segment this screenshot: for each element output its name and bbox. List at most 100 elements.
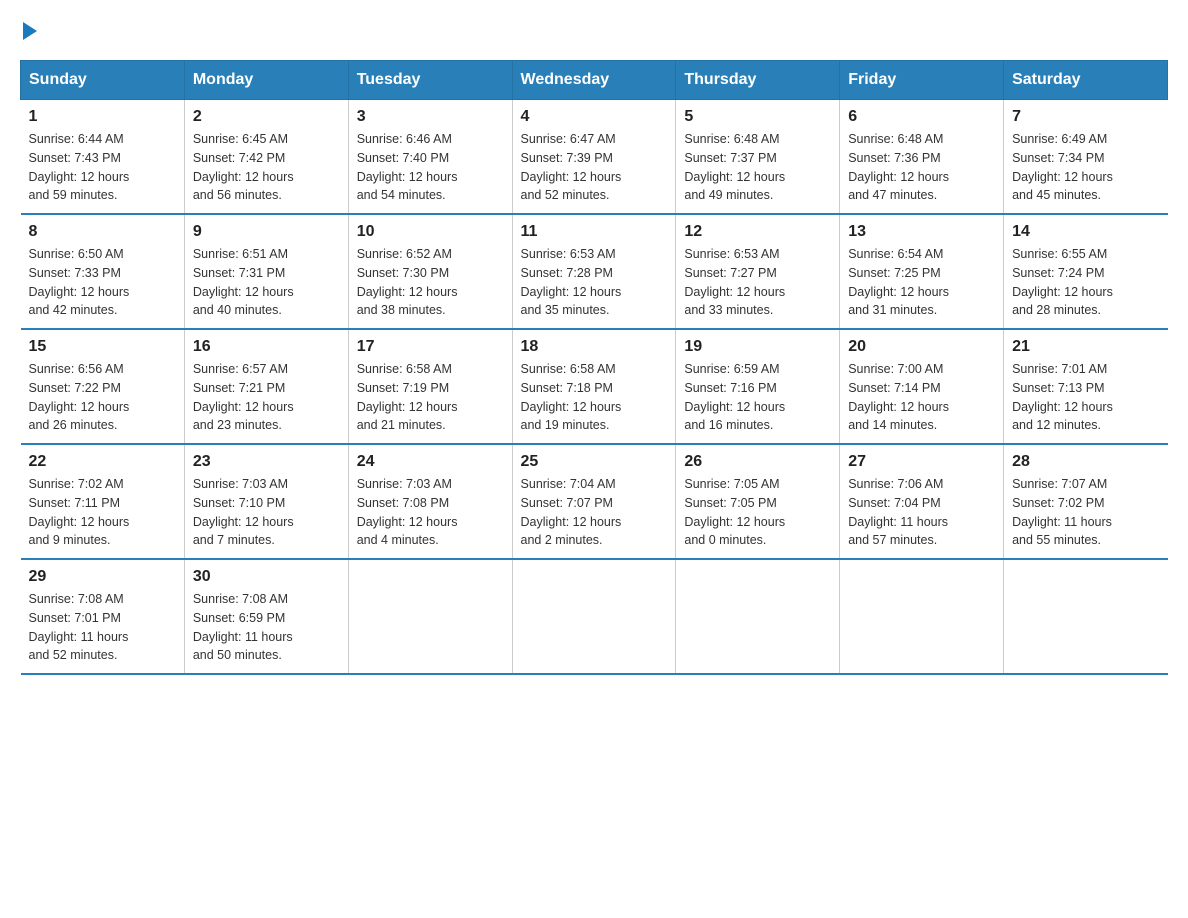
calendar-cell: 2 Sunrise: 6:45 AMSunset: 7:42 PMDayligh…	[184, 100, 348, 215]
day-number: 26	[684, 453, 831, 471]
calendar-cell: 11 Sunrise: 6:53 AMSunset: 7:28 PMDaylig…	[512, 214, 676, 329]
column-header-saturday: Saturday	[1004, 61, 1168, 100]
calendar-week-row: 22 Sunrise: 7:02 AMSunset: 7:11 PMDaylig…	[21, 444, 1168, 559]
day-number: 6	[848, 108, 995, 126]
calendar-week-row: 1 Sunrise: 6:44 AMSunset: 7:43 PMDayligh…	[21, 100, 1168, 215]
column-header-sunday: Sunday	[21, 61, 185, 100]
calendar-cell: 21 Sunrise: 7:01 AMSunset: 7:13 PMDaylig…	[1004, 329, 1168, 444]
calendar-header-row: SundayMondayTuesdayWednesdayThursdayFrid…	[21, 61, 1168, 100]
day-number: 3	[357, 108, 504, 126]
calendar-cell: 17 Sunrise: 6:58 AMSunset: 7:19 PMDaylig…	[348, 329, 512, 444]
day-number: 7	[1012, 108, 1159, 126]
day-number: 28	[1012, 453, 1159, 471]
calendar-cell: 22 Sunrise: 7:02 AMSunset: 7:11 PMDaylig…	[21, 444, 185, 559]
day-info: Sunrise: 7:06 AMSunset: 7:04 PMDaylight:…	[848, 477, 948, 547]
day-number: 16	[193, 338, 340, 356]
column-header-tuesday: Tuesday	[348, 61, 512, 100]
calendar-cell: 3 Sunrise: 6:46 AMSunset: 7:40 PMDayligh…	[348, 100, 512, 215]
day-number: 8	[29, 223, 176, 241]
day-number: 25	[521, 453, 668, 471]
calendar-cell	[512, 559, 676, 674]
logo-arrow-icon	[23, 22, 37, 40]
calendar-cell: 27 Sunrise: 7:06 AMSunset: 7:04 PMDaylig…	[840, 444, 1004, 559]
calendar-week-row: 15 Sunrise: 6:56 AMSunset: 7:22 PMDaylig…	[21, 329, 1168, 444]
calendar-cell: 23 Sunrise: 7:03 AMSunset: 7:10 PMDaylig…	[184, 444, 348, 559]
day-info: Sunrise: 7:03 AMSunset: 7:08 PMDaylight:…	[357, 477, 458, 547]
calendar-cell: 16 Sunrise: 6:57 AMSunset: 7:21 PMDaylig…	[184, 329, 348, 444]
day-info: Sunrise: 6:51 AMSunset: 7:31 PMDaylight:…	[193, 247, 294, 317]
day-info: Sunrise: 6:49 AMSunset: 7:34 PMDaylight:…	[1012, 132, 1113, 202]
calendar-cell: 8 Sunrise: 6:50 AMSunset: 7:33 PMDayligh…	[21, 214, 185, 329]
day-number: 22	[29, 453, 176, 471]
day-info: Sunrise: 6:56 AMSunset: 7:22 PMDaylight:…	[29, 362, 130, 432]
calendar-table: SundayMondayTuesdayWednesdayThursdayFrid…	[20, 60, 1168, 675]
day-number: 5	[684, 108, 831, 126]
day-number: 9	[193, 223, 340, 241]
calendar-cell: 4 Sunrise: 6:47 AMSunset: 7:39 PMDayligh…	[512, 100, 676, 215]
day-info: Sunrise: 6:47 AMSunset: 7:39 PMDaylight:…	[521, 132, 622, 202]
day-info: Sunrise: 6:50 AMSunset: 7:33 PMDaylight:…	[29, 247, 130, 317]
calendar-cell	[1004, 559, 1168, 674]
calendar-cell: 15 Sunrise: 6:56 AMSunset: 7:22 PMDaylig…	[21, 329, 185, 444]
calendar-cell: 9 Sunrise: 6:51 AMSunset: 7:31 PMDayligh…	[184, 214, 348, 329]
day-info: Sunrise: 6:53 AMSunset: 7:27 PMDaylight:…	[684, 247, 785, 317]
day-info: Sunrise: 6:55 AMSunset: 7:24 PMDaylight:…	[1012, 247, 1113, 317]
calendar-cell: 20 Sunrise: 7:00 AMSunset: 7:14 PMDaylig…	[840, 329, 1004, 444]
page-header	[20, 20, 1168, 40]
day-info: Sunrise: 7:02 AMSunset: 7:11 PMDaylight:…	[29, 477, 130, 547]
calendar-cell: 28 Sunrise: 7:07 AMSunset: 7:02 PMDaylig…	[1004, 444, 1168, 559]
logo	[20, 20, 37, 40]
day-number: 10	[357, 223, 504, 241]
day-number: 27	[848, 453, 995, 471]
calendar-cell	[676, 559, 840, 674]
day-number: 17	[357, 338, 504, 356]
column-header-friday: Friday	[840, 61, 1004, 100]
day-info: Sunrise: 7:01 AMSunset: 7:13 PMDaylight:…	[1012, 362, 1113, 432]
calendar-cell: 7 Sunrise: 6:49 AMSunset: 7:34 PMDayligh…	[1004, 100, 1168, 215]
calendar-cell: 14 Sunrise: 6:55 AMSunset: 7:24 PMDaylig…	[1004, 214, 1168, 329]
day-info: Sunrise: 6:45 AMSunset: 7:42 PMDaylight:…	[193, 132, 294, 202]
calendar-week-row: 29 Sunrise: 7:08 AMSunset: 7:01 PMDaylig…	[21, 559, 1168, 674]
calendar-cell: 1 Sunrise: 6:44 AMSunset: 7:43 PMDayligh…	[21, 100, 185, 215]
calendar-cell: 24 Sunrise: 7:03 AMSunset: 7:08 PMDaylig…	[348, 444, 512, 559]
day-info: Sunrise: 6:59 AMSunset: 7:16 PMDaylight:…	[684, 362, 785, 432]
day-number: 1	[29, 108, 176, 126]
calendar-cell: 5 Sunrise: 6:48 AMSunset: 7:37 PMDayligh…	[676, 100, 840, 215]
day-info: Sunrise: 6:48 AMSunset: 7:36 PMDaylight:…	[848, 132, 949, 202]
calendar-cell: 25 Sunrise: 7:04 AMSunset: 7:07 PMDaylig…	[512, 444, 676, 559]
calendar-cell	[348, 559, 512, 674]
calendar-cell	[840, 559, 1004, 674]
column-header-wednesday: Wednesday	[512, 61, 676, 100]
day-number: 15	[29, 338, 176, 356]
day-number: 19	[684, 338, 831, 356]
day-info: Sunrise: 7:08 AMSunset: 7:01 PMDaylight:…	[29, 592, 129, 662]
calendar-cell: 26 Sunrise: 7:05 AMSunset: 7:05 PMDaylig…	[676, 444, 840, 559]
calendar-cell: 30 Sunrise: 7:08 AMSunset: 6:59 PMDaylig…	[184, 559, 348, 674]
day-number: 14	[1012, 223, 1159, 241]
day-info: Sunrise: 6:52 AMSunset: 7:30 PMDaylight:…	[357, 247, 458, 317]
day-info: Sunrise: 6:58 AMSunset: 7:19 PMDaylight:…	[357, 362, 458, 432]
day-info: Sunrise: 7:08 AMSunset: 6:59 PMDaylight:…	[193, 592, 293, 662]
day-number: 23	[193, 453, 340, 471]
calendar-cell: 10 Sunrise: 6:52 AMSunset: 7:30 PMDaylig…	[348, 214, 512, 329]
day-info: Sunrise: 6:48 AMSunset: 7:37 PMDaylight:…	[684, 132, 785, 202]
calendar-cell: 13 Sunrise: 6:54 AMSunset: 7:25 PMDaylig…	[840, 214, 1004, 329]
day-number: 24	[357, 453, 504, 471]
day-info: Sunrise: 6:54 AMSunset: 7:25 PMDaylight:…	[848, 247, 949, 317]
day-number: 2	[193, 108, 340, 126]
day-number: 29	[29, 568, 176, 586]
day-info: Sunrise: 7:04 AMSunset: 7:07 PMDaylight:…	[521, 477, 622, 547]
column-header-thursday: Thursday	[676, 61, 840, 100]
calendar-cell: 29 Sunrise: 7:08 AMSunset: 7:01 PMDaylig…	[21, 559, 185, 674]
day-info: Sunrise: 7:03 AMSunset: 7:10 PMDaylight:…	[193, 477, 294, 547]
day-number: 21	[1012, 338, 1159, 356]
calendar-week-row: 8 Sunrise: 6:50 AMSunset: 7:33 PMDayligh…	[21, 214, 1168, 329]
column-header-monday: Monday	[184, 61, 348, 100]
day-number: 12	[684, 223, 831, 241]
day-number: 4	[521, 108, 668, 126]
day-number: 13	[848, 223, 995, 241]
day-info: Sunrise: 6:46 AMSunset: 7:40 PMDaylight:…	[357, 132, 458, 202]
day-number: 11	[521, 223, 668, 241]
day-info: Sunrise: 6:58 AMSunset: 7:18 PMDaylight:…	[521, 362, 622, 432]
calendar-cell: 12 Sunrise: 6:53 AMSunset: 7:27 PMDaylig…	[676, 214, 840, 329]
